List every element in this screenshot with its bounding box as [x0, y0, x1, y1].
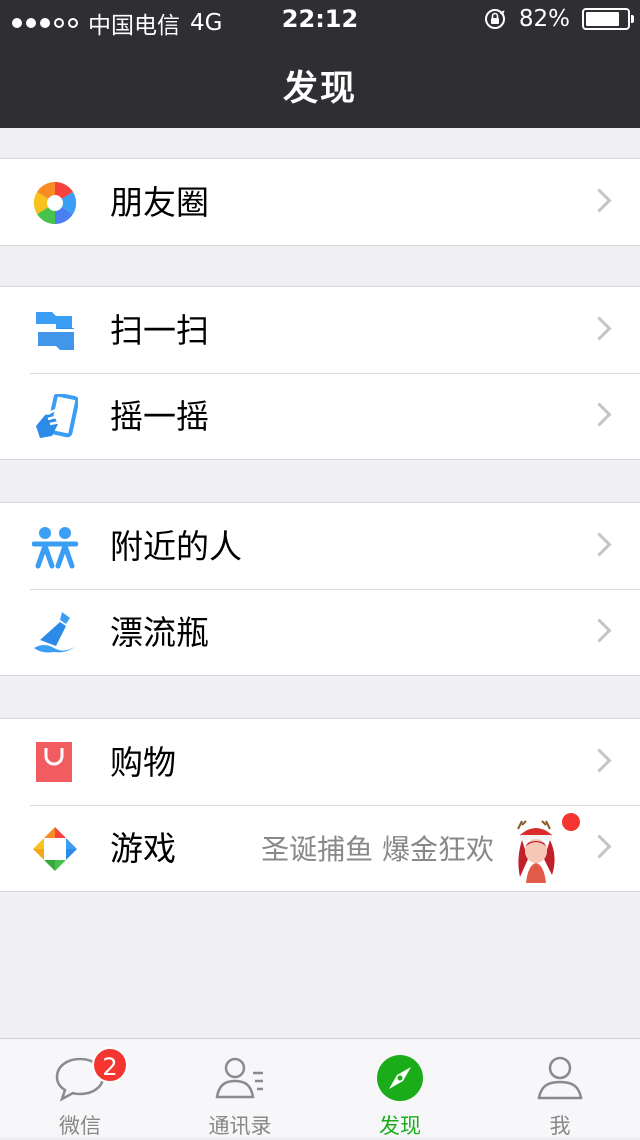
- unread-badge: 2: [92, 1047, 128, 1083]
- games-promo-text: 圣诞捕鱼 爆金狂欢: [261, 833, 494, 866]
- battery-icon: [582, 8, 634, 30]
- game-character-thumbnail: [517, 820, 555, 883]
- chevron-right-icon: [587, 402, 612, 427]
- status-bar: 中国电信 4G 22:12 82%: [0, 0, 640, 40]
- menu-item-drift-bottle[interactable]: 漂流瓶: [0, 589, 640, 675]
- status-right: 82%: [483, 6, 634, 32]
- menu-item-moments[interactable]: 朋友圈: [0, 159, 640, 245]
- group-shopping-games: 购物 游戏 圣诞捕鱼 爆金狂欢: [0, 718, 640, 892]
- scan-icon: [36, 312, 74, 350]
- menu-label: 游戏: [110, 829, 176, 868]
- chevron-right-icon: [587, 748, 612, 773]
- chevron-right-icon: [587, 532, 612, 557]
- people-nearby-icon: [32, 527, 78, 569]
- chevron-right-icon: [587, 618, 612, 643]
- chevron-right-icon: [587, 316, 612, 341]
- menu-item-shopping[interactable]: 购物: [0, 719, 640, 805]
- menu-label: 购物: [110, 743, 176, 782]
- battery-percent: 82%: [518, 6, 570, 32]
- page-title: 发现: [282, 69, 357, 109]
- compass-icon: [377, 1055, 423, 1101]
- tab-me[interactable]: 我: [480, 1039, 640, 1138]
- menu-label: 扫一扫: [110, 311, 209, 350]
- group-scan-shake: 扫一扫 摇一摇: [0, 286, 640, 460]
- tab-discover[interactable]: 发现: [320, 1039, 480, 1138]
- tab-contacts[interactable]: 通讯录: [160, 1039, 320, 1138]
- menu-item-games[interactable]: 游戏 圣诞捕鱼 爆金狂欢: [0, 805, 640, 891]
- moments-icon: [33, 181, 77, 225]
- chevron-right-icon: [587, 834, 612, 859]
- shake-icon: [36, 394, 78, 438]
- battery-fill: [586, 12, 619, 26]
- menu-item-people-nearby[interactable]: 附近的人: [0, 503, 640, 589]
- new-notification-dot: [562, 813, 580, 831]
- games-icon: [33, 827, 77, 871]
- group-moments: 朋友圈: [0, 158, 640, 246]
- drift-bottle-icon: [34, 612, 76, 653]
- menu-label: 朋友圈: [110, 183, 209, 222]
- menu-item-shake[interactable]: 摇一摇: [0, 373, 640, 459]
- group-nearby-bottle: 附近的人 漂流瓶: [0, 502, 640, 676]
- menu-label: 漂流瓶: [110, 613, 209, 652]
- menu-label: 摇一摇: [110, 397, 209, 436]
- rotation-lock-icon: [484, 9, 505, 29]
- menu-label: 附近的人: [110, 527, 242, 566]
- menu-item-scan[interactable]: 扫一扫: [0, 287, 640, 373]
- bottom-tab-bar: 2 微信 通讯录 发现 我: [0, 1038, 640, 1138]
- person-icon: [537, 1056, 583, 1100]
- contacts-icon: [215, 1057, 263, 1099]
- chevron-right-icon: [587, 188, 612, 213]
- top-bar: 中国电信 4G 22:12 82% 发现: [0, 0, 640, 128]
- tab-chats[interactable]: 2 微信: [0, 1039, 160, 1138]
- shopping-icon: [36, 742, 72, 782]
